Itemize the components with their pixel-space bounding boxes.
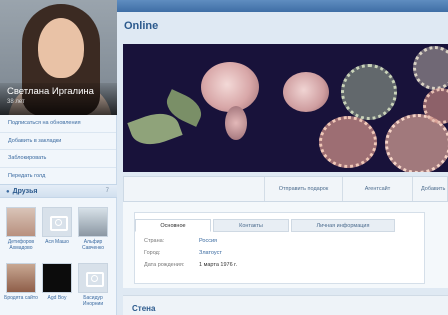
friend-photo[interactable] — [42, 263, 72, 293]
profile-avatar[interactable]: Светлана Иргалина 38 лет — [0, 0, 117, 115]
send-gift-button[interactable]: Отправить подарок — [264, 177, 342, 201]
friend-card[interactable]: Басидур Инорнии — [76, 263, 110, 307]
cover-rose — [283, 72, 329, 112]
birthdate-value: 1 марта 1976 г. — [199, 262, 238, 268]
info-row-city: Город: Златоуст — [144, 250, 222, 256]
tab-personal-info[interactable]: Личная информация — [291, 219, 395, 232]
top-navigation-bar — [117, 0, 448, 12]
camera-icon[interactable] — [78, 263, 108, 293]
country-link[interactable]: Россия — [199, 238, 217, 244]
bookmark-link[interactable]: Добавить в закладки — [0, 133, 116, 150]
add-friend-button[interactable]: Добавить — [412, 177, 448, 201]
friend-card[interactable]: Детифоров Ахмадово — [4, 207, 38, 251]
friend-name[interactable]: Детифоров Ахмадово — [4, 239, 38, 251]
tab-contacts[interactable]: Контакты — [213, 219, 289, 232]
friend-name[interactable]: Басидур Инорнии — [76, 295, 110, 307]
info-label: Город: — [144, 250, 161, 256]
profile-sidebar: Светлана Иргалина 38 лет Подписаться на … — [0, 0, 117, 315]
friends-icon: ● — [6, 189, 10, 195]
subscribe-link[interactable]: Подписаться на обновления — [0, 115, 116, 133]
info-box: Основное Контакты Личная информация Стра… — [134, 212, 425, 284]
friend-name[interactable]: Agd Boy — [40, 295, 74, 301]
online-status: Online — [124, 20, 159, 32]
info-panel: Основное Контакты Личная информация Стра… — [123, 202, 448, 288]
camera-icon[interactable] — [42, 207, 72, 237]
info-label: Дата рождения: — [144, 262, 185, 268]
friends-count: 7 — [105, 188, 109, 194]
cover-rose-bud — [225, 106, 247, 140]
profile-age: 38 лет — [7, 99, 25, 105]
friend-name[interactable]: Ася Машо — [40, 239, 74, 245]
city-link[interactable]: Златоуст — [199, 250, 222, 256]
main-content: Online Отправить подарок Агентсайт Добав… — [122, 16, 448, 315]
info-label: Страна: — [144, 238, 165, 244]
cover-lace-flower — [413, 46, 448, 90]
cover-rose — [201, 62, 259, 112]
tab-basic[interactable]: Основное — [135, 219, 211, 232]
send-gold-link[interactable]: Передать голд — [0, 168, 116, 185]
info-row-birthdate: Дата рождения: 1 марта 1976 г. — [144, 262, 237, 268]
friend-photo[interactable] — [6, 207, 36, 237]
profile-name: Светлана Иргалина — [7, 86, 94, 97]
wall-section-header[interactable]: Стена — [123, 295, 448, 315]
cover-lace-flower — [319, 116, 377, 168]
cover-photo[interactable] — [123, 44, 448, 172]
profile-actions-menu: Подписаться на обновления Добавить в зак… — [0, 115, 116, 185]
agent-site-button[interactable]: Агентсайт — [342, 177, 412, 201]
friend-name[interactable]: Бродята сайто — [4, 295, 38, 301]
friends-header[interactable]: ● Друзья 7 — [0, 184, 117, 198]
friend-card[interactable]: Agd Boy — [40, 263, 74, 301]
friend-card[interactable]: Бродята сайто — [4, 263, 38, 301]
block-link[interactable]: Заблокировать — [0, 150, 116, 168]
friend-name[interactable]: Альфир Савченко — [76, 239, 110, 251]
profile-action-bar: Отправить подарок Агентсайт Добавить — [123, 176, 448, 202]
friends-title: Друзья — [12, 188, 38, 195]
friend-photo[interactable] — [6, 263, 36, 293]
friend-card[interactable]: Альфир Савченко — [76, 207, 110, 251]
cover-lace-flower — [341, 64, 397, 120]
friend-photo[interactable] — [78, 207, 108, 237]
info-row-country: Страна: Россия — [144, 238, 217, 244]
friend-card[interactable]: Ася Машо — [40, 207, 74, 245]
avatar-caption: Светлана Иргалина 38 лет — [0, 83, 117, 115]
avatar-face — [38, 18, 84, 78]
